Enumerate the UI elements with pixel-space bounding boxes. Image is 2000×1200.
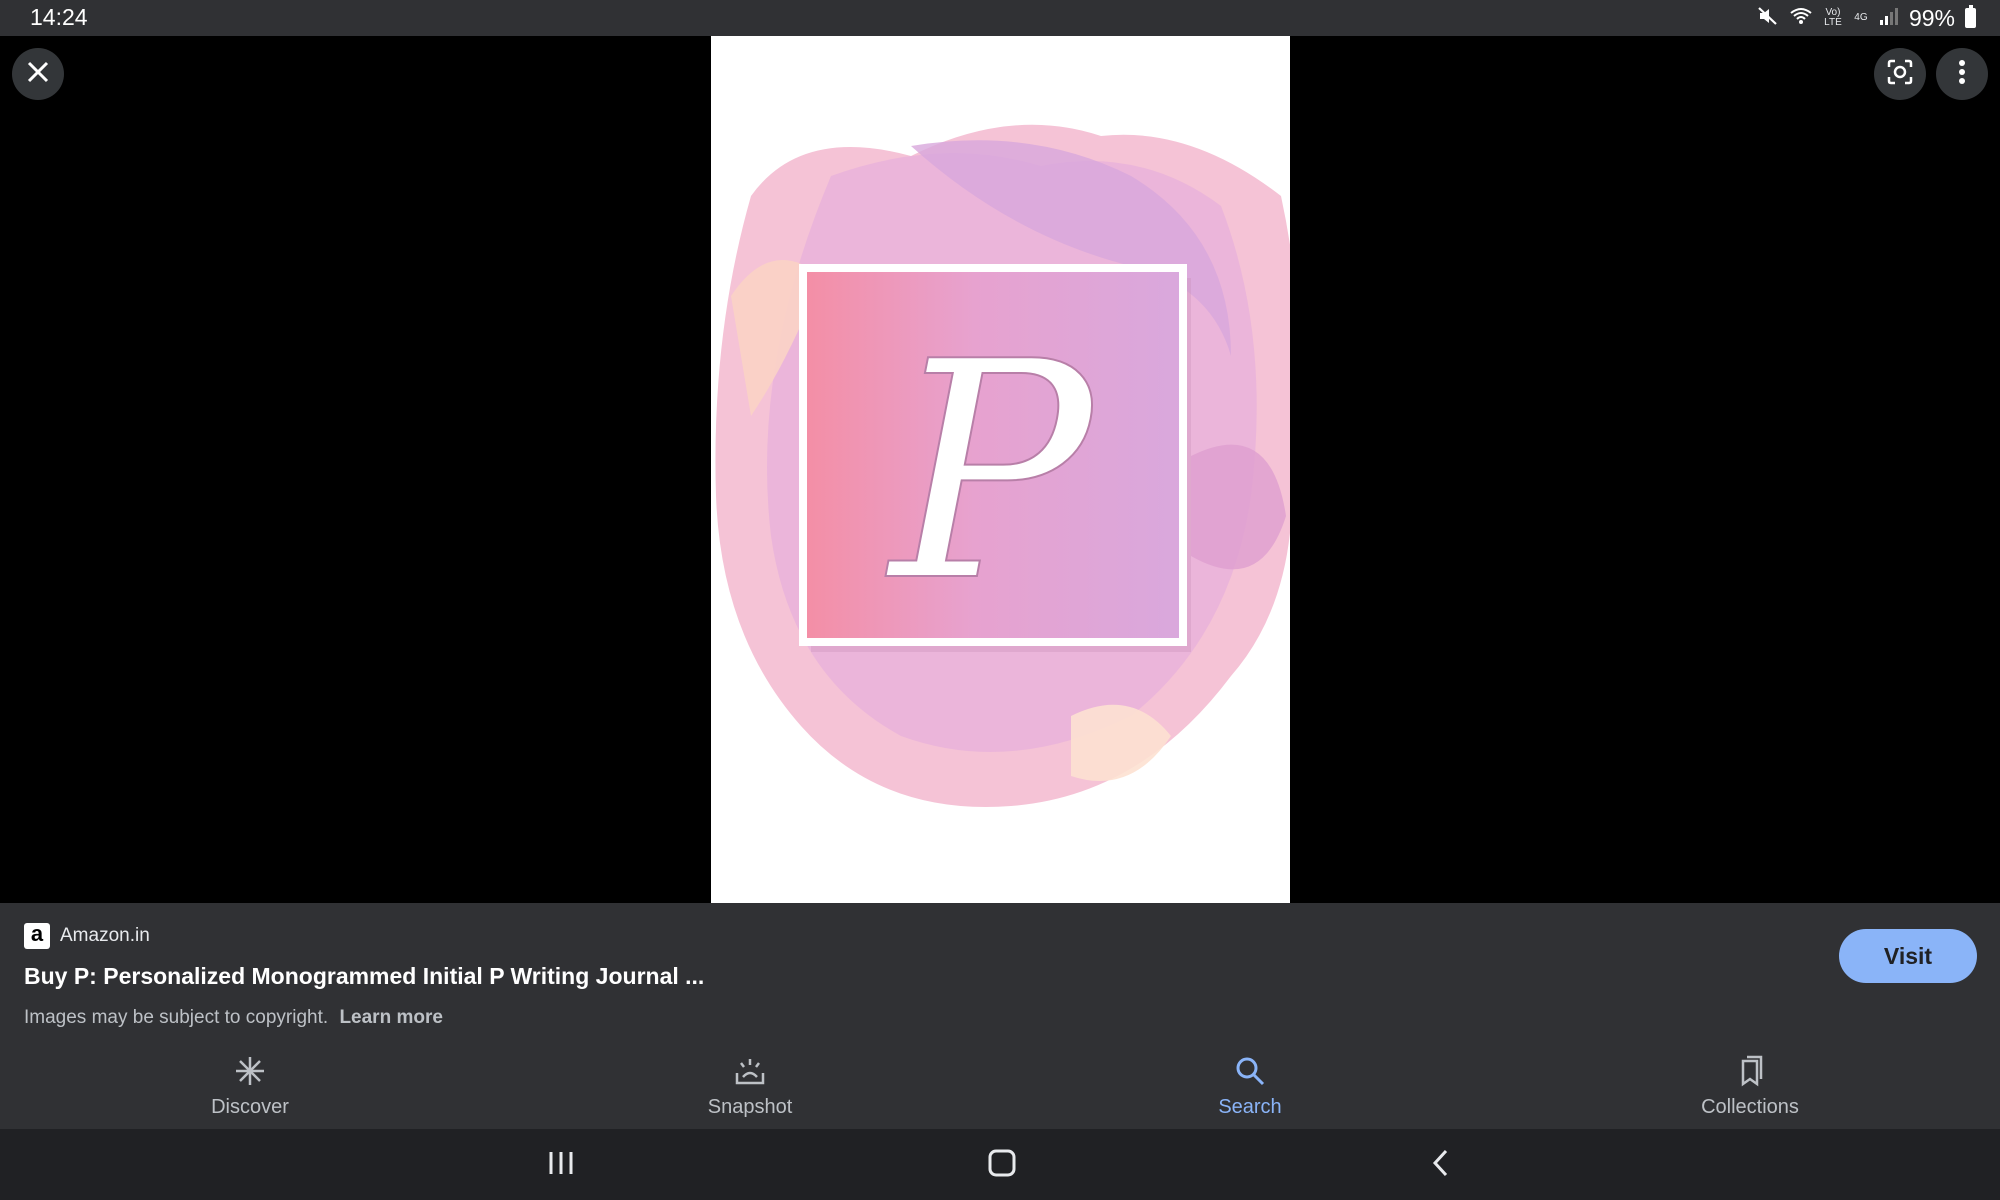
system-nav-bar [0,1129,2000,1200]
more-options-button[interactable] [1936,48,1988,100]
result-info-sheet: a Amazon.in Buy P: Personalized Monogram… [0,903,2000,1045]
monogram-letter: P [885,298,1096,647]
copyright-notice: Images may be subject to copyright. Lear… [24,1007,443,1029]
search-icon [1234,1055,1266,1092]
more-vert-icon [1957,59,1967,90]
status-bar: 14:24 Vo) LTE 4G 99% [0,0,2000,36]
lens-icon [1886,58,1914,91]
copyright-text: Images may be subject to copyright. [24,1007,329,1028]
status-icons: Vo) LTE 4G 99% [1757,4,1976,32]
status-time: 14:24 [30,4,88,30]
nav-label: Search [1218,1096,1282,1118]
home-icon [987,1148,1017,1183]
recents-button[interactable] [541,1149,581,1181]
nav-discover[interactable]: Discover [0,1045,500,1129]
visit-button[interactable]: Visit [1839,929,1977,983]
collections-icon [1734,1055,1766,1092]
source-row[interactable]: a Amazon.in [24,923,150,949]
mute-icon [1757,5,1779,32]
nav-label: Discover [211,1096,289,1118]
close-button[interactable] [12,48,64,100]
result-title[interactable]: Buy P: Personalized Monogrammed Initial … [24,963,704,990]
wifi-icon [1789,5,1813,32]
amazon-logo-icon: a [24,923,50,949]
battery-icon [1965,5,1976,28]
source-name: Amazon.in [60,925,150,946]
preview-image[interactable]: P [711,36,1290,903]
nav-snapshot[interactable]: Snapshot [500,1045,1000,1129]
nav-label: Collections [1701,1096,1799,1118]
image-viewer: P [0,36,2000,903]
discover-icon [234,1055,266,1092]
close-icon [25,59,51,90]
snapshot-icon [734,1055,766,1092]
home-button[interactable] [982,1149,1022,1181]
lens-button[interactable] [1874,48,1926,100]
battery-percent: 99% [1908,4,1955,31]
nav-collections[interactable]: Collections [1500,1045,2000,1129]
4g-icon: 4G [1854,12,1868,23]
back-icon [1430,1148,1452,1183]
back-button[interactable] [1421,1149,1461,1181]
bottom-nav: Discover Snapshot Search Collections [0,1045,2000,1129]
learn-more-link[interactable]: Learn more [339,1007,442,1028]
recents-icon [547,1150,575,1181]
volte-icon: Vo) LTE [1824,7,1842,28]
nav-search[interactable]: Search [1000,1045,1500,1129]
nav-label: Snapshot [707,1096,793,1118]
signal-icon [1879,6,1899,31]
